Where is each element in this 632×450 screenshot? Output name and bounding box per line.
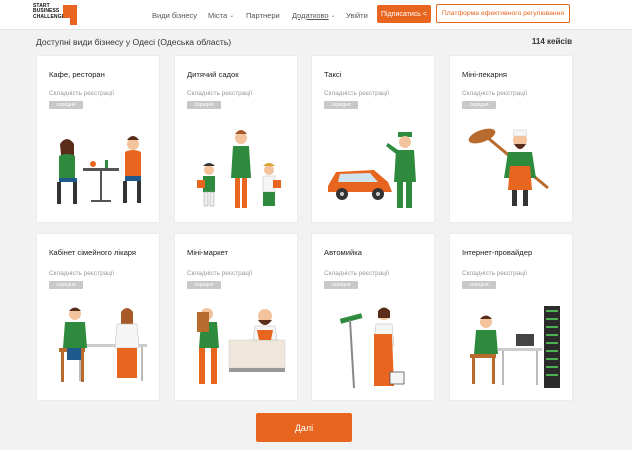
business-card-bakery[interactable]: Міні-пекарня Складність реєстрації серед… [449, 55, 573, 223]
difficulty-badge: середня [462, 101, 496, 109]
nav-label: Увійти [346, 10, 368, 20]
card-title: Автомийка [324, 248, 362, 257]
card-title: Інтернет-провайдер [462, 248, 533, 257]
card-title: Міні-пекарня [462, 70, 507, 79]
business-card-minimarket[interactable]: Міні-маркет Складність реєстрації середн… [174, 233, 298, 401]
logo-text: START BUSINESS CHALLENGE [33, 3, 66, 20]
carwash-illustration-icon [339, 307, 405, 389]
card-subtitle: Складність реєстрації [187, 90, 253, 97]
next-button[interactable]: Далі [256, 413, 352, 442]
top-navigation-bar: START BUSINESS CHALLENGE Види бізнесу Мі… [0, 0, 632, 30]
difficulty-badge: середня [324, 101, 358, 109]
logo-mark-icon [63, 5, 77, 25]
doctor-illustration-icon [59, 307, 147, 382]
difficulty-badge: середня [187, 101, 221, 109]
provider-illustration-icon [470, 306, 560, 388]
nav-partners[interactable]: Партнери [246, 0, 280, 30]
card-subtitle: Складність реєстрації [462, 270, 528, 277]
cafe-illustration-icon [57, 136, 141, 204]
nav-business-types[interactable]: Види бізнесу [152, 0, 197, 30]
difficulty-badge: середня [49, 281, 83, 289]
card-title: Кафе, ресторан [49, 70, 105, 79]
nav-label: Міста [208, 10, 228, 20]
logo[interactable]: START BUSINESS CHALLENGE [33, 3, 77, 26]
platform-label: Платформа ефективного регулювання [441, 10, 565, 17]
taxi-illustration-icon [328, 132, 416, 208]
difficulty-badge: середня [187, 281, 221, 289]
card-subtitle: Складність реєстрації [324, 270, 390, 277]
nav-login[interactable]: Увійти [346, 0, 368, 30]
share-icon: < [422, 10, 427, 18]
difficulty-badge: середня [462, 281, 496, 289]
subscribe-button[interactable]: Підписатись < [377, 5, 431, 23]
card-subtitle: Складність реєстрації [462, 90, 528, 97]
card-title: Міні-маркет [187, 248, 228, 257]
next-button-label: Далі [294, 422, 314, 433]
nav-cities[interactable]: Міста ⌄ [208, 0, 234, 30]
case-count: 114 кейсів [531, 37, 572, 46]
nav-label: Види бізнесу [152, 10, 198, 20]
chevron-down-icon: ⌄ [330, 12, 336, 19]
baker-illustration-icon [468, 128, 549, 206]
business-card-kindergarten[interactable]: Дитячий садок Складність реєстрації сере… [174, 55, 298, 223]
nav-label: Додатково [292, 10, 329, 20]
subscribe-label: Підписатись [381, 10, 421, 18]
card-subtitle: Складність реєстрації [49, 90, 115, 97]
difficulty-badge: середня [324, 281, 358, 289]
card-subtitle: Складність реєстрації [187, 270, 253, 277]
kindergarten-illustration-icon [197, 130, 281, 208]
card-subtitle: Складність реєстрації [324, 90, 390, 97]
difficulty-badge: середня [49, 101, 83, 109]
card-title: Кабінет сімейного лікаря [49, 248, 137, 257]
chevron-down-icon: ⌄ [229, 12, 235, 19]
nav-additional[interactable]: Додатково ⌄ [292, 0, 336, 30]
card-title: Дитячий садок [187, 70, 239, 79]
platform-button[interactable]: Платформа ефективного регулювання [436, 4, 570, 23]
card-title: Таксі [324, 70, 342, 79]
minimarket-illustration-icon [197, 308, 286, 384]
business-card-internet-provider[interactable]: Інтернет-провайдер Складність реєстрації… [449, 233, 573, 401]
business-card-cafe[interactable]: Кафе, ресторан Складність реєстрації сер… [36, 55, 160, 223]
card-subtitle: Складність реєстрації [49, 270, 115, 277]
nav-label: Партнери [246, 10, 280, 20]
page-title: Доступні види бізнесу у Одесі (Одеська о… [36, 37, 232, 47]
business-card-carwash[interactable]: Автомийка Складність реєстрації середня [311, 233, 435, 401]
business-card-taxi[interactable]: Таксі Складність реєстрації середня [311, 55, 435, 223]
business-card-family-doctor[interactable]: Кабінет сімейного лікаря Складність реєс… [36, 233, 160, 401]
